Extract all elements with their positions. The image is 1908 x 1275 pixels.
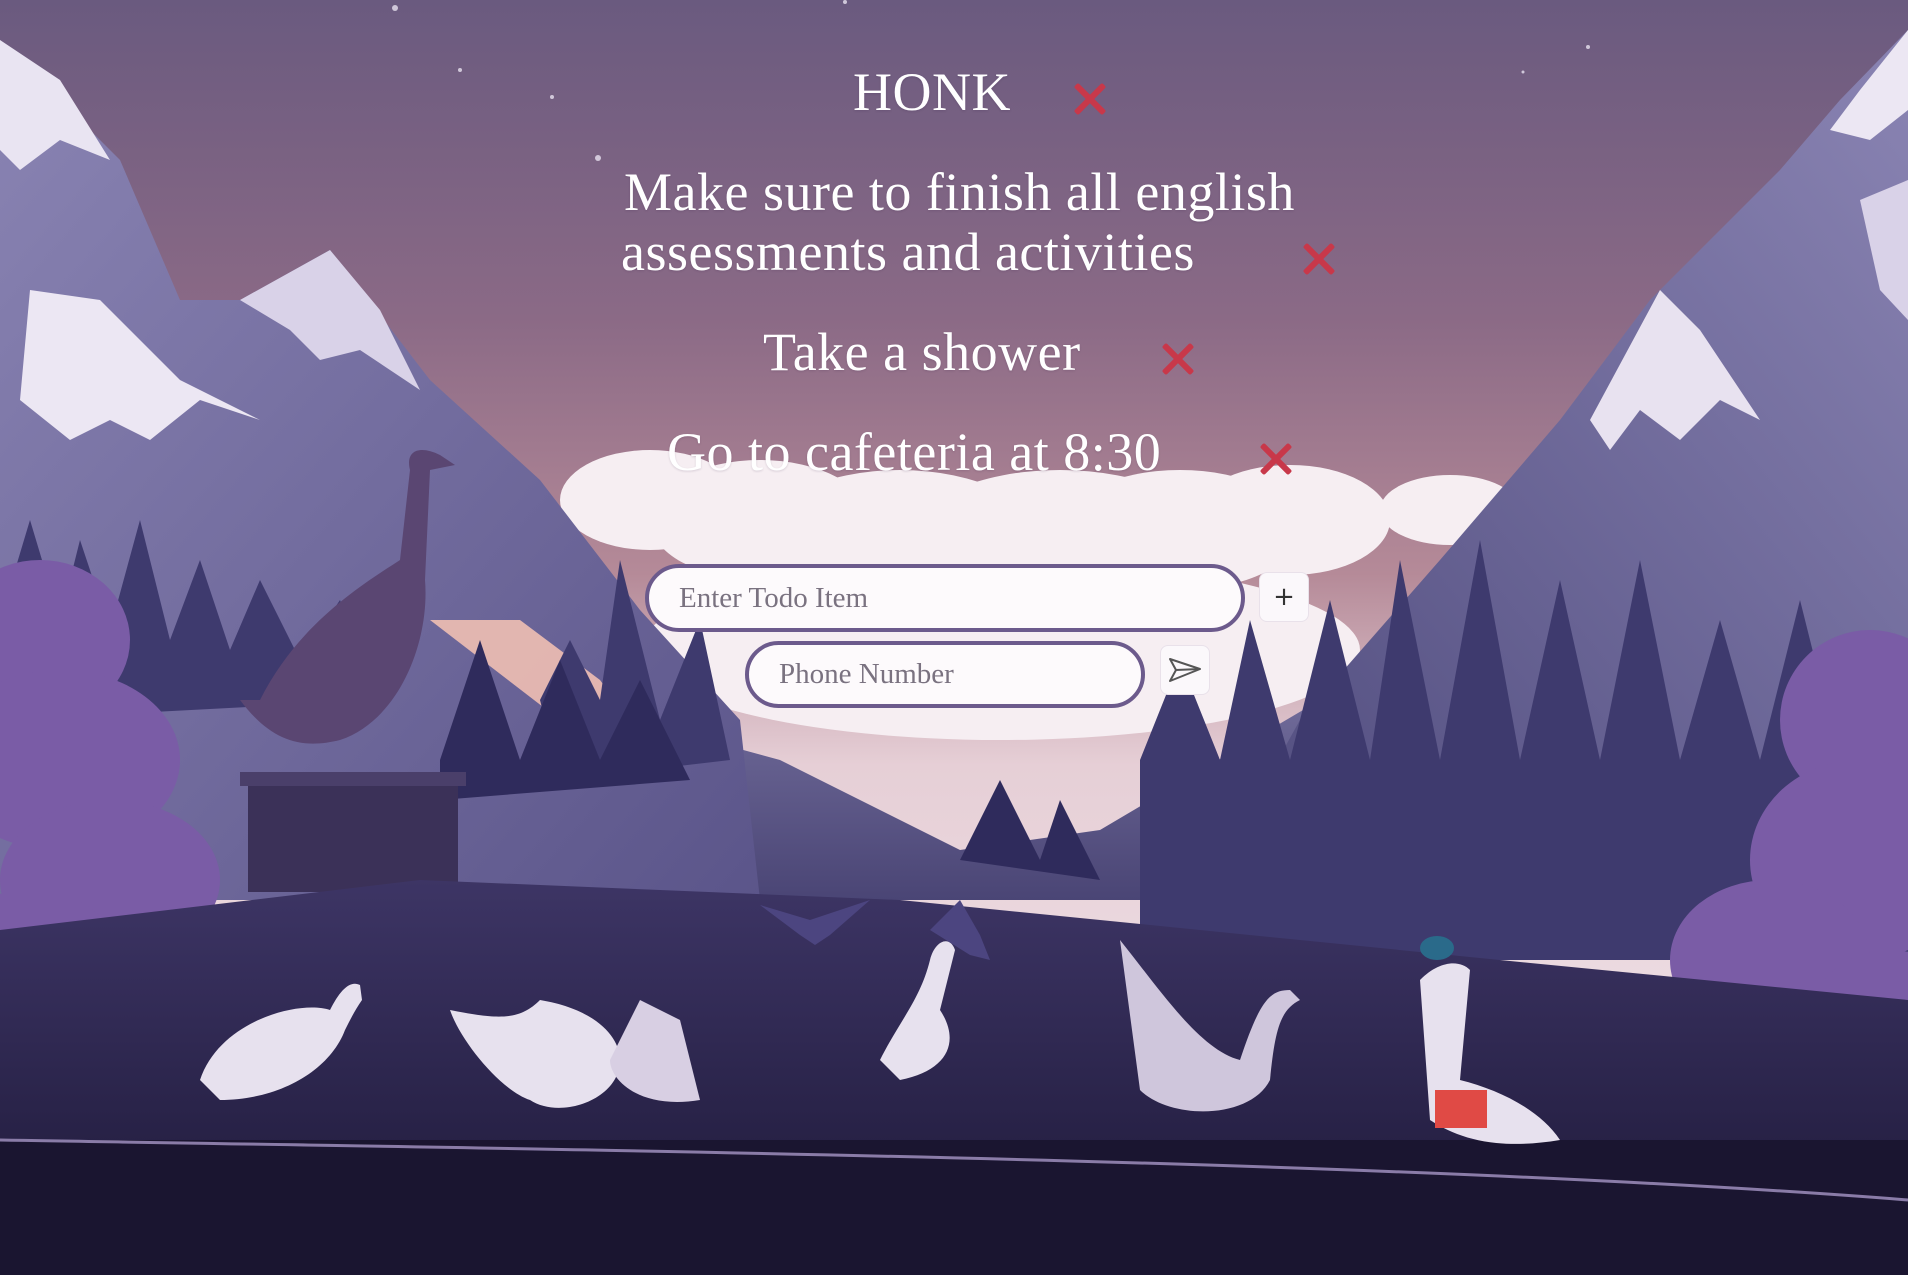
- todo-item: Go to cafeteria at 8:30: [667, 422, 1161, 483]
- plus-icon: +: [1273, 582, 1295, 612]
- send-icon: [1169, 658, 1201, 682]
- todo-text: HONK: [853, 62, 1011, 122]
- todo-input[interactable]: [645, 564, 1245, 632]
- todo-text: Take a shower: [763, 322, 1081, 382]
- todo-item: Make sure to finish all english: [624, 162, 1295, 223]
- send-button[interactable]: [1160, 645, 1210, 695]
- delete-todo-button[interactable]: [1257, 440, 1295, 478]
- todo-item: HONK: [853, 62, 1011, 123]
- phone-number-input[interactable]: [745, 641, 1145, 708]
- todo-text-line-1: Make sure to finish all english: [624, 162, 1295, 222]
- todo-text-line-2: assessments and activities: [621, 222, 1195, 282]
- add-todo-button[interactable]: +: [1259, 572, 1309, 622]
- delete-todo-button[interactable]: [1159, 340, 1197, 378]
- todo-text: Go to cafeteria at 8:30: [667, 422, 1162, 482]
- todo-item: Take a shower: [763, 322, 1081, 383]
- delete-todo-button[interactable]: [1300, 240, 1338, 278]
- todo-app: HONK Make sure to finish all english ass…: [0, 0, 1908, 1275]
- todo-item-continuation: assessments and activities: [621, 222, 1195, 283]
- delete-todo-button[interactable]: [1071, 80, 1109, 118]
